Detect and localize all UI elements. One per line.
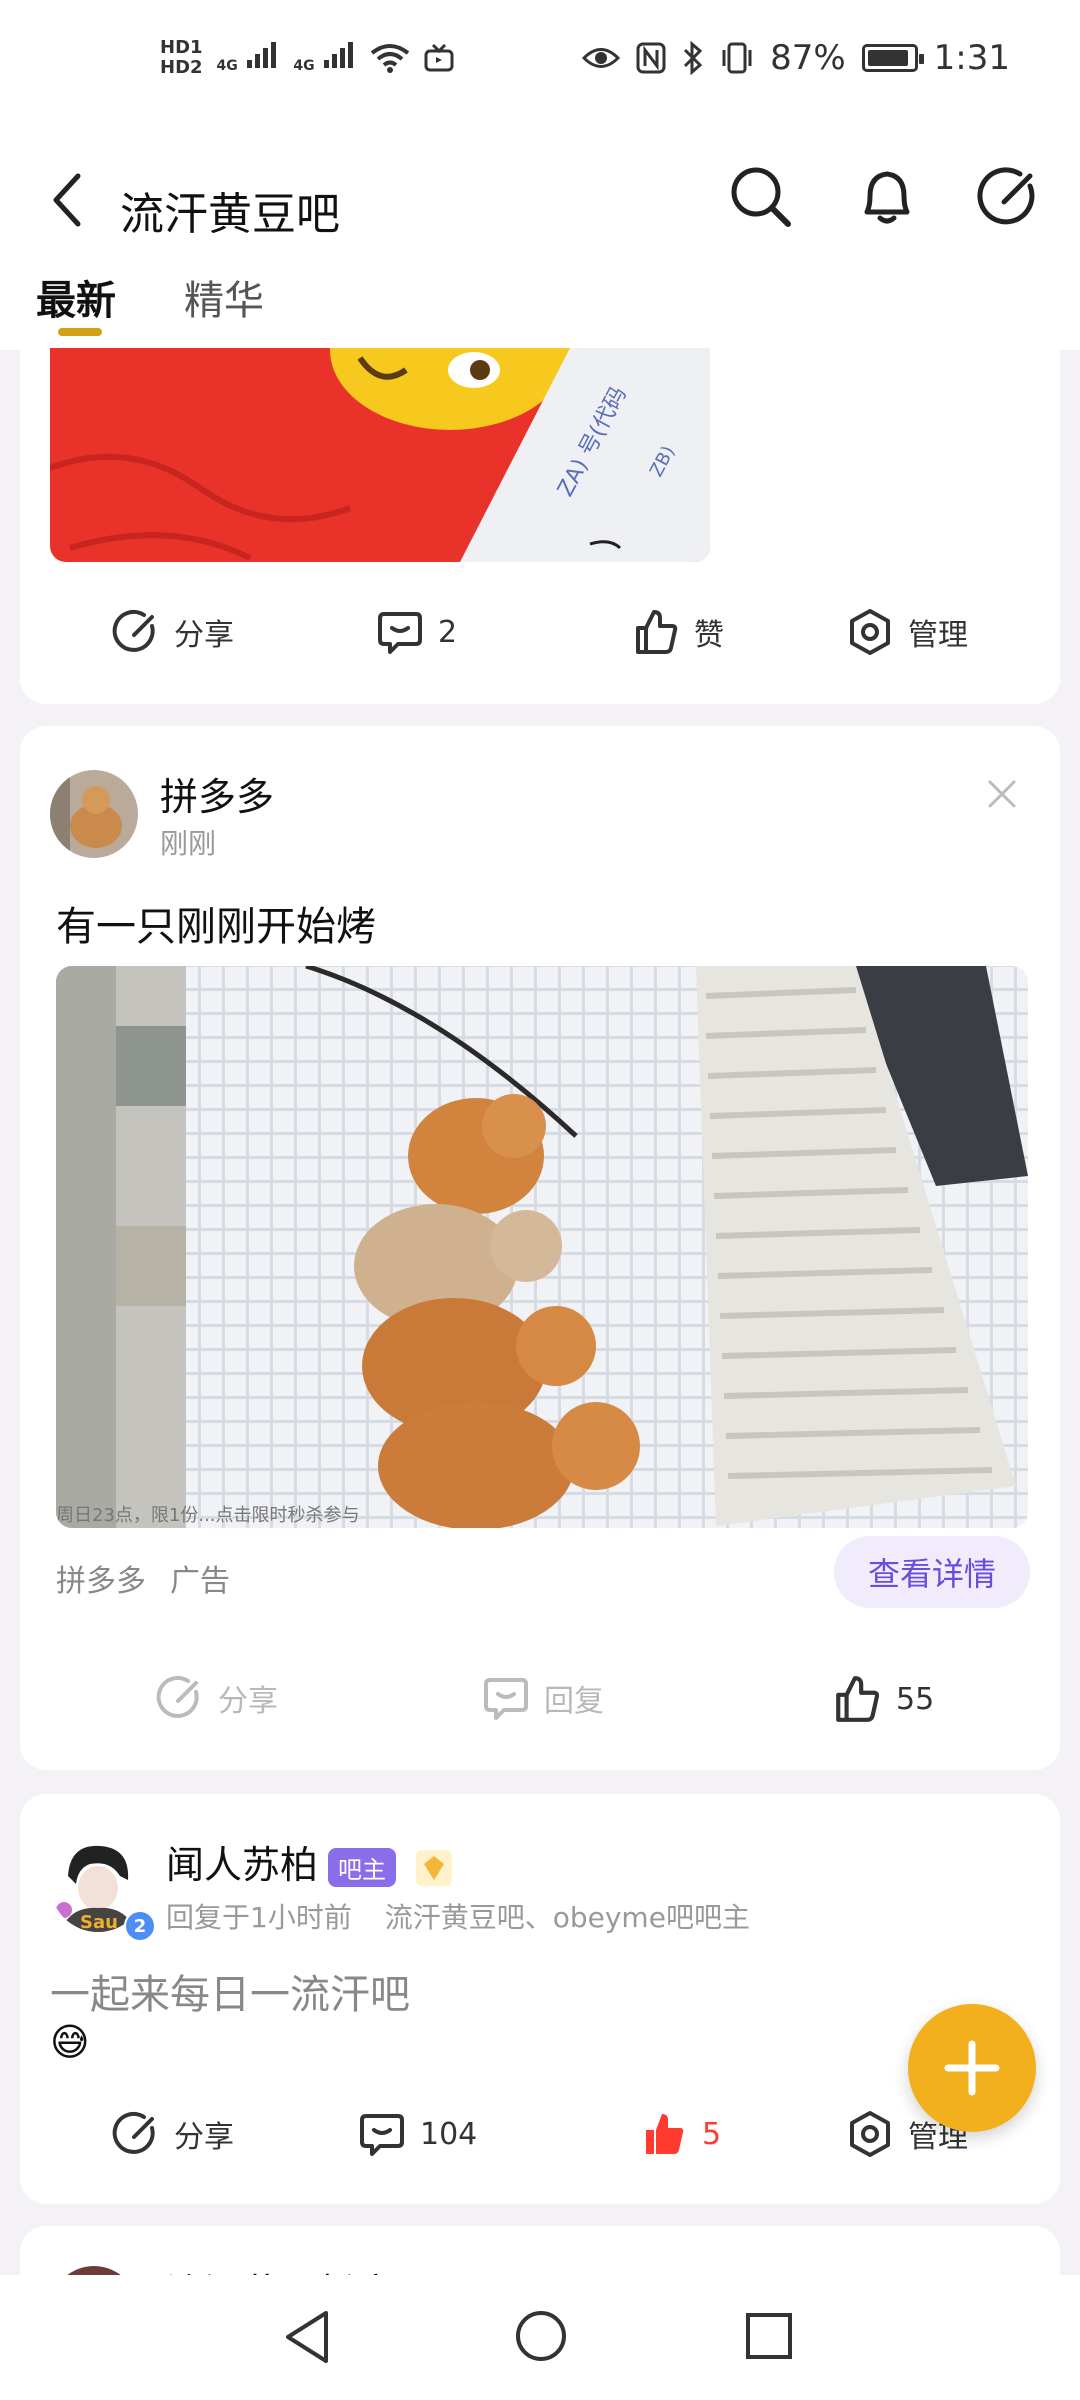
forum-header: 流汗黄豆吧 最新 精华	[0, 140, 1080, 351]
comment-count: 104	[420, 2116, 478, 2152]
back-arrow-icon[interactable]	[48, 170, 88, 230]
avatar[interactable]	[50, 770, 138, 858]
manage-button[interactable]: 管理	[846, 608, 968, 656]
like-button[interactable]: 赞	[632, 608, 724, 656]
like-count: 5	[702, 2116, 722, 2152]
ad-post-card[interactable]: 拼多多 刚刚 有一只刚刚开始烤 周日23点，限1份...点击限时秒杀参与 拼多多…	[20, 726, 1060, 1770]
comment-icon	[378, 612, 422, 654]
post-time: 刚刚	[160, 827, 217, 860]
reply-button[interactable]: 回复	[482, 1674, 604, 1722]
share-label: 分享	[218, 1684, 278, 1719]
comment-button[interactable]: 104	[358, 2110, 477, 2158]
tab-indicator	[58, 328, 102, 336]
nav-home-icon[interactable]	[514, 2309, 568, 2363]
reply-meta: 回复于1小时前 流汗黄豆吧、obeyme吧吧主	[166, 1896, 750, 1936]
like-button[interactable]: 55	[832, 1674, 934, 1724]
manage-icon	[850, 2111, 890, 2157]
tab-featured[interactable]: 精华	[184, 268, 264, 326]
net1-label: 4G	[216, 58, 238, 74]
share-button[interactable]: 分享	[112, 2110, 234, 2158]
reply-time: 回复于1小时前	[166, 1901, 352, 1934]
ad-source: 拼多多	[56, 1564, 146, 1599]
status-bar: HD1 HD2 4G 4G 87% 1:31	[0, 0, 1080, 140]
comment-count: 2	[438, 614, 458, 650]
new-post-button[interactable]	[908, 2004, 1036, 2132]
level-badge: 2	[124, 1910, 156, 1942]
eye-icon	[582, 48, 621, 68]
system-nav-bar	[0, 2275, 1080, 2400]
share-button[interactable]: 分享	[112, 608, 234, 656]
comment-icon	[484, 1678, 528, 1720]
like-count: 55	[896, 1681, 935, 1717]
clock: 1:31	[933, 38, 1010, 78]
author-name[interactable]: 闻人苏柏 吧主	[166, 1834, 454, 1889]
nav-recents-icon[interactable]	[744, 2311, 794, 2361]
signal-icon-2: 4G	[293, 40, 356, 76]
comment-button[interactable]: 2	[376, 608, 457, 656]
close-icon[interactable]	[984, 776, 1020, 812]
post-image[interactable]: ZA) 号(代码 ZB)	[50, 348, 710, 562]
ad-label: 广告	[170, 1564, 230, 1599]
status-right: 87% 1:31	[582, 38, 1010, 78]
tab-latest[interactable]: 最新	[36, 268, 116, 326]
thumbs-up-icon	[636, 610, 678, 654]
author-name[interactable]: 拼多多	[160, 766, 274, 821]
view-details-button[interactable]: 查看详情	[834, 1536, 1030, 1608]
plus-icon	[944, 2040, 1000, 2096]
wifi-icon	[371, 44, 410, 73]
author-name-text: 闻人苏柏	[166, 1843, 319, 1887]
thumbs-up-icon-filled	[646, 2114, 684, 2154]
like-button[interactable]: 5	[640, 2110, 721, 2158]
share-icon	[112, 609, 155, 652]
ad-caption: 周日23点，限1份...点击限时秒杀参与	[56, 1505, 360, 1526]
tv-icon	[424, 44, 454, 72]
manage-label: 管理	[908, 618, 968, 653]
share-button[interactable]: 分享	[156, 1674, 278, 1722]
net2-label: 4G	[293, 58, 315, 74]
reply-label: 回复	[544, 1684, 604, 1719]
thumbs-up-icon	[836, 1676, 880, 1722]
post-card-1[interactable]: ZA) 号(代码 ZB) 分享 2 赞 管理	[20, 348, 1060, 704]
vibrate-icon	[722, 42, 752, 74]
share-icon	[156, 1675, 199, 1718]
ad-image[interactable]: 周日23点，限1份...点击限时秒杀参与	[56, 966, 1028, 1528]
hd-indicators: HD1 HD2	[160, 38, 203, 78]
edit-post-icon[interactable]	[974, 162, 1044, 232]
post-title[interactable]: 有一只刚刚开始烤	[56, 894, 376, 952]
owner-roles: 流汗黄豆吧、obeyme吧吧主	[384, 1901, 750, 1934]
battery-icon	[861, 44, 924, 72]
svg-text:Sau: Sau	[80, 1912, 118, 1932]
owner-badge: 吧主	[328, 1848, 397, 1887]
share-label: 分享	[174, 618, 234, 653]
sweat-emoji: 😅	[50, 2020, 90, 2064]
battery-percent: 87%	[770, 38, 846, 78]
hd2-label: HD2	[160, 57, 203, 78]
manage-icon	[850, 609, 890, 655]
share-label: 分享	[174, 2120, 234, 2155]
comment-icon	[360, 2114, 404, 2156]
status-left: HD1 HD2 4G 4G	[160, 38, 454, 78]
nfc-icon	[636, 42, 666, 74]
like-label: 赞	[694, 618, 724, 653]
signal-icon: 4G	[217, 40, 280, 76]
bell-icon[interactable]	[852, 162, 922, 232]
nav-back-icon[interactable]	[282, 2309, 332, 2365]
forum-title: 流汗黄豆吧	[120, 189, 340, 240]
post-content[interactable]: 一起来每日一流汗吧	[50, 1962, 410, 2020]
medal-icon	[416, 1849, 453, 1886]
hd1-label: HD1	[160, 37, 203, 58]
post-card-3[interactable]: Sau 2 闻人苏柏 吧主 回复于1小时前 流汗黄豆吧、obeyme吧吧主 一起来…	[20, 1794, 1060, 2204]
share-icon	[112, 2111, 155, 2154]
search-icon[interactable]	[726, 162, 796, 232]
bluetooth-icon	[684, 41, 703, 75]
